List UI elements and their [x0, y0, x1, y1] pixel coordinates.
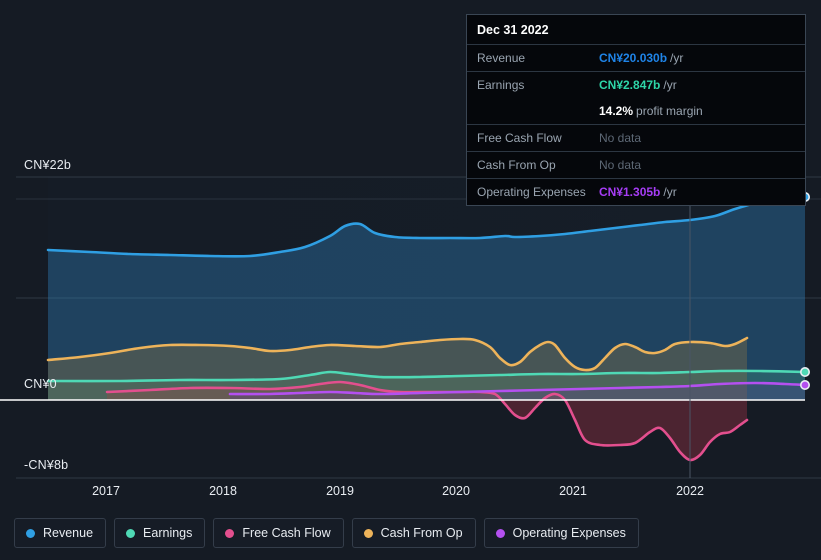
legend-item-label: Operating Expenses	[512, 526, 626, 540]
tooltip-row-label: Revenue	[477, 51, 526, 65]
tooltip-row: Operating Expenses CN¥1.305b/yr	[467, 178, 805, 205]
legend-item-label: Cash From Op	[380, 526, 463, 540]
tooltip-row: Free Cash Flow No data	[467, 124, 805, 151]
financial-chart-widget: CN¥22b CN¥0 -CN¥8b 2017 2018 2019 2020 2021 2…	[0, 0, 821, 560]
legend-item-revenue[interactable]: Revenue	[14, 518, 107, 548]
legend-color-dot-icon	[495, 528, 505, 538]
chart-legend: Revenue Earnings Free Cash Flow Cash From O…	[0, 506, 821, 560]
tooltip-row-value-group: CN¥20.030b/yr	[599, 49, 683, 67]
tooltip-row: Earnings CN¥2.847b/yr	[467, 71, 805, 98]
tooltip-row-label: Operating Expenses	[477, 185, 586, 199]
tooltip-row-suffix: /yr	[663, 185, 677, 199]
tooltip-row-value: CN¥2.847b	[599, 78, 661, 92]
tooltip-row-suffix: /yr	[670, 51, 684, 65]
legend-item-cash-from-op[interactable]: Cash From Op	[351, 518, 476, 548]
chart-tooltip: Dec 31 2022 Revenue CN¥20.030b/yr Earnings…	[466, 14, 806, 206]
tooltip-row-value: 14.2%	[599, 104, 634, 118]
tooltip-row-label: Cash From Op	[477, 158, 556, 172]
x-axis-tick-2019: 2019	[326, 484, 354, 498]
legend-item-label: Revenue	[43, 526, 94, 540]
x-axis-tick-2021: 2021	[559, 484, 587, 498]
y-axis-label-min: -CN¥8b	[24, 458, 69, 472]
endpoint-dot-earnings	[799, 366, 810, 377]
tooltip-row: Cash From Op No data	[467, 151, 805, 178]
tooltip-row-suffix: profit margin	[636, 104, 703, 118]
tooltip-row-value-group: CN¥2.847b/yr	[599, 76, 677, 94]
tooltip-row-value: No data	[599, 158, 642, 172]
tooltip-date: Dec 31 2022	[477, 23, 549, 37]
tooltip-row-label: Earnings	[477, 78, 525, 92]
x-axis-tick-2022: 2022	[676, 484, 704, 498]
tooltip-row-value-group: 14.2% profit margin	[599, 102, 703, 120]
tooltip-row-value-group: No data	[599, 156, 641, 174]
tooltip-row-value: CN¥20.030b	[599, 51, 668, 65]
legend-item-free-cash-flow[interactable]: Free Cash Flow	[213, 518, 344, 548]
tooltip-row: 14.2% profit margin	[467, 98, 805, 124]
legend-item-label: Earnings	[143, 526, 193, 540]
legend-item-earnings[interactable]: Earnings	[114, 518, 206, 548]
endpoint-dot-operating-expenses	[799, 379, 810, 390]
y-axis-label-max: CN¥22b	[24, 158, 72, 172]
tooltip-row-label: Free Cash Flow	[477, 131, 562, 145]
legend-item-label: Free Cash Flow	[242, 526, 331, 540]
legend-color-dot-icon	[126, 528, 136, 538]
x-axis-tick-2017: 2017	[92, 484, 120, 498]
tooltip-row: Revenue CN¥20.030b/yr	[467, 44, 805, 71]
legend-color-dot-icon	[363, 528, 373, 538]
tooltip-row-value-group: CN¥1.305b/yr	[599, 183, 677, 201]
tooltip-rows: Revenue CN¥20.030b/yr Earnings CN¥2.847b/yr…	[467, 44, 805, 205]
tooltip-row-value: No data	[599, 131, 642, 145]
legend-item-operating-expenses[interactable]: Operating Expenses	[483, 518, 639, 548]
legend-color-dot-icon	[225, 528, 235, 538]
x-axis-tick-2018: 2018	[209, 484, 237, 498]
legend-color-dot-icon	[26, 528, 35, 538]
tooltip-row-value: CN¥1.305b	[599, 185, 661, 199]
y-axis-label-zero: CN¥0	[24, 377, 57, 391]
tooltip-row-suffix: /yr	[663, 78, 677, 92]
x-axis-tick-2020: 2020	[442, 484, 470, 498]
tooltip-row-value-group: No data	[599, 129, 641, 147]
